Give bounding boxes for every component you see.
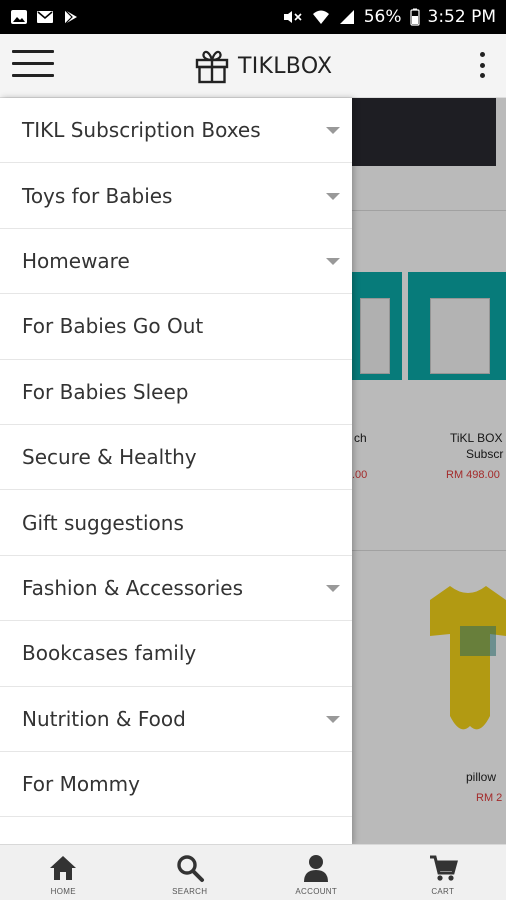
app-logo[interactable]: TIKLBOX	[194, 48, 332, 84]
navigation-drawer: TIKL Subscription Boxes Toys for Babies …	[0, 98, 352, 844]
drawer-item-label: For Mommy	[22, 772, 140, 797]
drawer-item-nutrition-food[interactable]: Nutrition & Food	[0, 687, 352, 752]
nav-home[interactable]: HOME	[0, 845, 127, 900]
expand-arrow-icon[interactable]	[326, 715, 340, 723]
battery-percent: 56%	[363, 7, 402, 27]
drawer-item-label: Toys for Babies	[22, 183, 173, 208]
user-icon	[304, 855, 329, 882]
gift-icon	[195, 50, 229, 84]
nav-search[interactable]: SEARCH	[127, 845, 254, 900]
notification-icons	[10, 9, 80, 25]
drawer-item-label: TIKL Subscription Boxes	[22, 118, 261, 143]
battery-icon	[409, 8, 420, 26]
play-store-icon	[64, 9, 77, 25]
search-icon	[177, 855, 204, 882]
system-icons: 56% 3:52 PM	[282, 7, 496, 27]
clock: 3:52 PM	[427, 7, 497, 27]
home-icon	[50, 856, 77, 880]
wifi-icon	[312, 10, 329, 24]
drawer-item-label: Secure & Healthy	[22, 445, 197, 470]
drawer-item-tikl-subscription-boxes[interactable]: TIKL Subscription Boxes	[0, 98, 352, 164]
nav-label: CART	[431, 887, 455, 896]
drawer-item-label: Gift suggestions	[22, 510, 184, 535]
cart-icon	[429, 855, 458, 881]
drawer-item-for-babies-go-out[interactable]: For Babies Go Out	[0, 294, 352, 360]
expand-arrow-icon[interactable]	[326, 127, 340, 135]
drawer-item-label: Bookcases family	[22, 641, 197, 666]
drawer-item-for-mommy[interactable]: For Mommy	[0, 752, 352, 818]
nav-label: SEARCH	[172, 887, 208, 896]
drawer-item-homeware[interactable]: Homeware	[0, 229, 352, 295]
nav-cart[interactable]: CART	[380, 845, 506, 900]
drawer-item-label: For Babies Sleep	[22, 379, 189, 404]
drawer-item-label: Nutrition & Food	[22, 706, 186, 731]
nav-label: ACCOUNT	[295, 887, 338, 896]
drawer-item-for-babies-sleep[interactable]: For Babies Sleep	[0, 360, 352, 425]
app-bar: TIKLBOX	[0, 34, 506, 98]
nav-account[interactable]: ACCOUNT	[253, 845, 380, 900]
nav-label: HOME	[50, 887, 76, 896]
drawer-item-fashion-accessories[interactable]: Fashion & Accessories	[0, 556, 352, 622]
gallery-icon	[11, 10, 27, 24]
mute-icon	[283, 11, 302, 23]
drawer-item-label: Homeware	[22, 248, 130, 273]
signal-icon	[339, 10, 354, 24]
menu-icon[interactable]	[12, 50, 54, 80]
expand-arrow-icon[interactable]	[326, 584, 340, 592]
drawer-item-label: For Babies Go Out	[22, 314, 204, 339]
bottom-navigation: HOME SEARCH ACCOUNT CART	[0, 844, 506, 900]
expand-arrow-icon[interactable]	[326, 192, 340, 200]
status-bar: 56% 3:52 PM	[0, 0, 506, 34]
drawer-item-toys-for-babies[interactable]: Toys for Babies	[0, 163, 352, 229]
drawer-item-bookcases-family[interactable]: Bookcases family	[0, 621, 352, 687]
mail-icon	[37, 11, 53, 23]
more-options-icon[interactable]	[478, 52, 486, 78]
app-title: TIKLBOX	[238, 53, 333, 79]
expand-arrow-icon[interactable]	[326, 257, 340, 265]
drawer-item-gift-suggestions[interactable]: Gift suggestions	[0, 490, 352, 556]
drawer-item-label: Fashion & Accessories	[22, 575, 244, 600]
drawer-item-secure-healthy[interactable]: Secure & Healthy	[0, 425, 352, 491]
